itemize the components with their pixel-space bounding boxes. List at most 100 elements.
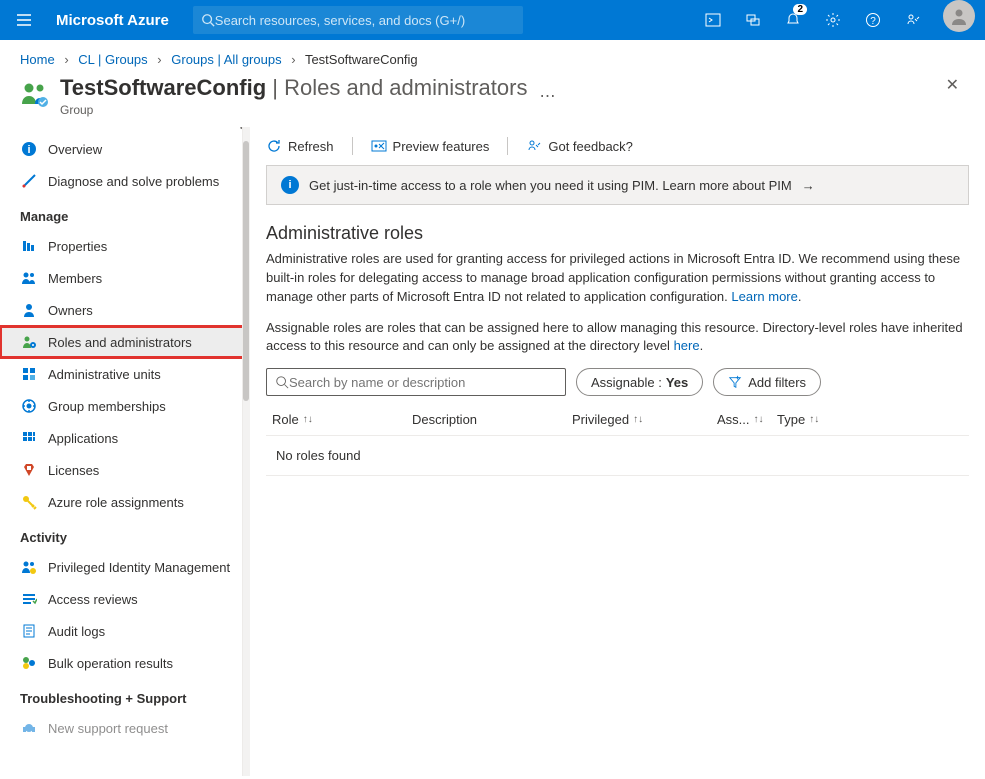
group-icon xyxy=(20,79,50,109)
refresh-button[interactable]: Refresh xyxy=(266,138,334,154)
role-search-input[interactable] xyxy=(289,375,557,390)
sidebar-item-label: Privileged Identity Management xyxy=(48,560,230,575)
divider xyxy=(507,137,508,155)
banner-text: Get just-in-time access to a role when y… xyxy=(309,178,792,193)
sort-icon: ↑↓ xyxy=(633,414,643,425)
search-icon xyxy=(275,375,289,389)
support-icon xyxy=(20,719,38,737)
sidebar-item-pim[interactable]: Privileged Identity Management xyxy=(0,551,250,583)
role-search[interactable] xyxy=(266,368,566,396)
sidebar-item-label: Audit logs xyxy=(48,624,105,639)
sidebar-item-label: Roles and administrators xyxy=(48,335,192,350)
topbar-icons: 2 ? xyxy=(693,0,985,40)
svg-text:?: ? xyxy=(870,16,876,27)
col-assignments[interactable]: Ass...↑↓ xyxy=(717,412,777,427)
directories-icon[interactable] xyxy=(733,0,773,40)
sidebar-item-label: Group memberships xyxy=(48,399,166,414)
sidebar-item-members[interactable]: Members xyxy=(0,262,250,294)
main-content: Refresh Preview features Got feedback? i… xyxy=(250,127,985,776)
help-icon[interactable]: ? xyxy=(853,0,893,40)
breadcrumb-item[interactable]: Home xyxy=(20,52,55,67)
bulk-ops-icon xyxy=(20,654,38,672)
cloud-shell-icon[interactable] xyxy=(693,0,733,40)
breadcrumb-item[interactable]: Groups | All groups xyxy=(171,52,281,67)
page-title: TestSoftwareConfig | Roles and administr… xyxy=(60,75,527,101)
here-link[interactable]: here xyxy=(674,338,700,353)
sidebar-item-label: Administrative units xyxy=(48,367,161,382)
topbar: Microsoft Azure 2 ? xyxy=(0,0,985,40)
sidebar: ≪ i Overview Diagnose and solve problems… xyxy=(0,127,250,776)
col-type[interactable]: Type↑↓ xyxy=(777,412,897,427)
search-icon xyxy=(201,13,215,27)
sidebar-item-label: Owners xyxy=(48,303,93,318)
sidebar-item-label: Properties xyxy=(48,239,107,254)
sidebar-item-bulk-ops[interactable]: Bulk operation results xyxy=(0,647,250,679)
sort-icon: ↑↓ xyxy=(809,414,819,425)
sidebar-item-support-request[interactable]: New support request xyxy=(0,712,250,744)
feedback-button[interactable]: Got feedback? xyxy=(526,138,633,154)
licenses-icon xyxy=(20,461,38,479)
breadcrumb-item[interactable]: CL | Groups xyxy=(78,52,147,67)
feedback-icon xyxy=(526,138,542,154)
global-search[interactable] xyxy=(193,6,523,34)
sidebar-item-roles-admins[interactable]: Roles and administrators xyxy=(0,326,250,358)
col-privileged[interactable]: Privileged↑↓ xyxy=(572,412,717,427)
breadcrumb-item-current: TestSoftwareConfig xyxy=(305,52,418,67)
user-avatar[interactable] xyxy=(943,0,975,32)
sidebar-item-diagnose[interactable]: Diagnose and solve problems xyxy=(0,165,250,197)
sidebar-item-licenses[interactable]: Licenses xyxy=(0,454,250,486)
menu-icon[interactable] xyxy=(0,0,48,40)
chevron-right-icon: › xyxy=(157,52,161,67)
sort-icon: ↑↓ xyxy=(754,414,764,425)
settings-icon[interactable] xyxy=(813,0,853,40)
feedback-icon[interactable] xyxy=(893,0,933,40)
section-description: Administrative roles are used for granti… xyxy=(266,250,969,307)
add-filters-button[interactable]: Add filters xyxy=(713,368,821,396)
table-empty-message: No roles found xyxy=(266,436,969,476)
col-description[interactable]: Description xyxy=(412,412,572,427)
applications-icon xyxy=(20,429,38,447)
toolbar: Refresh Preview features Got feedback? xyxy=(266,137,969,165)
sidebar-scrollbar[interactable] xyxy=(242,127,250,776)
col-role[interactable]: Role↑↓ xyxy=(272,412,412,427)
svg-text:i: i xyxy=(27,144,30,156)
sidebar-item-label: Licenses xyxy=(48,463,99,478)
roles-table: Role↑↓ Description Privileged↑↓ Ass...↑↓… xyxy=(266,404,969,476)
sidebar-item-label: Members xyxy=(48,271,102,286)
notifications-icon[interactable]: 2 xyxy=(773,0,813,40)
brand-label[interactable]: Microsoft Azure xyxy=(48,12,185,29)
info-icon: i xyxy=(20,140,38,158)
filter-icon xyxy=(728,375,742,389)
sidebar-item-group-memberships[interactable]: Group memberships xyxy=(0,390,250,422)
global-search-input[interactable] xyxy=(215,13,515,28)
pim-icon xyxy=(20,558,38,576)
sidebar-section-activity: Activity xyxy=(0,518,250,551)
sidebar-item-audit-logs[interactable]: Audit logs xyxy=(0,615,250,647)
sidebar-item-owners[interactable]: Owners xyxy=(0,294,250,326)
sidebar-item-azure-role-assignments[interactable]: Azure role assignments xyxy=(0,486,250,518)
sidebar-item-admin-units[interactable]: Administrative units xyxy=(0,358,250,390)
preview-icon xyxy=(371,138,387,154)
audit-logs-icon xyxy=(20,622,38,640)
sidebar-item-properties[interactable]: Properties xyxy=(0,230,250,262)
sidebar-item-overview[interactable]: i Overview xyxy=(0,133,250,165)
scrollbar-thumb[interactable] xyxy=(243,141,249,401)
page-subtitle: Group xyxy=(60,103,527,117)
owners-icon xyxy=(20,301,38,319)
chevron-right-icon: › xyxy=(291,52,295,67)
sort-icon: ↑↓ xyxy=(303,414,313,425)
sidebar-item-label: Applications xyxy=(48,431,118,446)
close-icon[interactable]: ✕ xyxy=(946,75,965,95)
pim-info-banner[interactable]: i Get just-in-time access to a role when… xyxy=(266,165,969,205)
learn-more-link[interactable]: Learn more xyxy=(731,289,797,304)
more-icon[interactable]: ⋯ xyxy=(539,86,555,106)
assignable-filter[interactable]: Assignable : Yes xyxy=(576,368,703,396)
preview-features-button[interactable]: Preview features xyxy=(371,138,490,154)
sidebar-item-applications[interactable]: Applications xyxy=(0,422,250,454)
arrow-right-icon: → xyxy=(802,178,815,193)
breadcrumb: Home › CL | Groups › Groups | All groups… xyxy=(0,40,985,75)
sidebar-item-access-reviews[interactable]: Access reviews xyxy=(0,583,250,615)
sidebar-section-support: Troubleshooting + Support xyxy=(0,679,250,712)
admin-units-icon xyxy=(20,365,38,383)
sidebar-item-label: Bulk operation results xyxy=(48,656,173,671)
